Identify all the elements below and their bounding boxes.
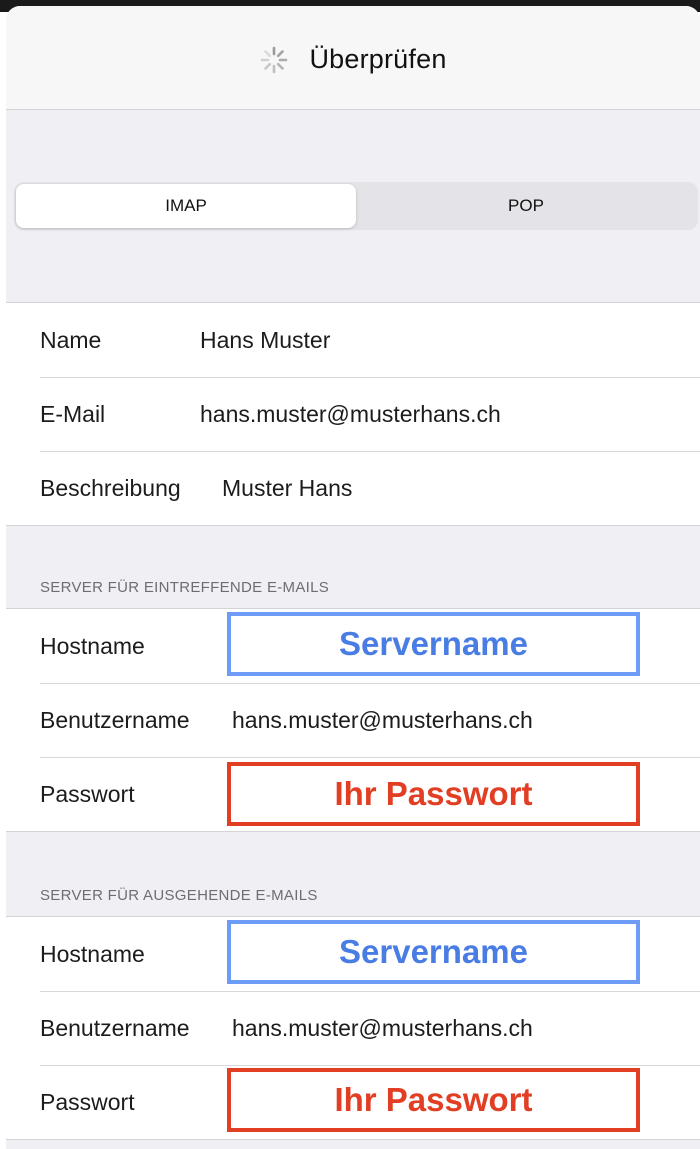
incoming-username-row[interactable]: Benutzername hans.muster@musterhans.ch (6, 683, 700, 757)
incoming-username-field[interactable]: hans.muster@musterhans.ch (232, 707, 533, 734)
name-field[interactable]: Hans Muster (200, 327, 330, 354)
outgoing-password-label: Passwort (40, 1088, 135, 1115)
segment-pop[interactable]: POP (356, 184, 696, 228)
segment-imap[interactable]: IMAP (16, 184, 356, 228)
description-row[interactable]: Beschreibung Muster Hans (6, 451, 700, 525)
outgoing-password-highlight[interactable]: Ihr Passwort (227, 1068, 640, 1132)
outgoing-username-row[interactable]: Benutzername hans.muster@musterhans.ch (6, 991, 700, 1065)
account-type-segmented-control: IMAP POP (14, 182, 698, 230)
account-setup-sheet: Überprüfen IMAP POP Name Hans Muster E-M… (6, 6, 700, 1149)
email-row[interactable]: E-Mail hans.muster@musterhans.ch (6, 377, 700, 451)
incoming-username-label: Benutzername (40, 706, 190, 733)
outgoing-server-header: SERVER FÜR AUSGEHENDE E-MAILS (40, 887, 318, 904)
incoming-hostname-highlight[interactable]: Servername (227, 612, 640, 676)
description-field[interactable]: Muster Hans (222, 475, 352, 502)
email-label: E-Mail (40, 400, 106, 427)
incoming-password-label: Passwort (40, 780, 135, 807)
incoming-server-header: SERVER FÜR EINTREFFENDE E-MAILS (40, 579, 330, 596)
outgoing-hostname-label: Hostname (40, 940, 145, 967)
page-title: Überprüfen (309, 44, 447, 74)
outgoing-username-label: Benutzername (40, 1014, 190, 1041)
name-row[interactable]: Name Hans Muster (6, 303, 700, 377)
navigation-bar: Überprüfen (6, 6, 700, 110)
outgoing-hostname-highlight[interactable]: Servername (227, 920, 640, 984)
email-field[interactable]: hans.muster@musterhans.ch (200, 401, 501, 428)
incoming-password-highlight[interactable]: Ihr Passwort (227, 762, 640, 826)
outgoing-username-field[interactable]: hans.muster@musterhans.ch (232, 1015, 533, 1042)
name-label: Name (40, 326, 102, 353)
description-label: Beschreibung (40, 474, 181, 501)
account-info-group: Name Hans Muster E-Mail hans.muster@must… (6, 302, 700, 526)
activity-spinner-icon (261, 46, 288, 73)
incoming-hostname-label: Hostname (40, 632, 145, 659)
